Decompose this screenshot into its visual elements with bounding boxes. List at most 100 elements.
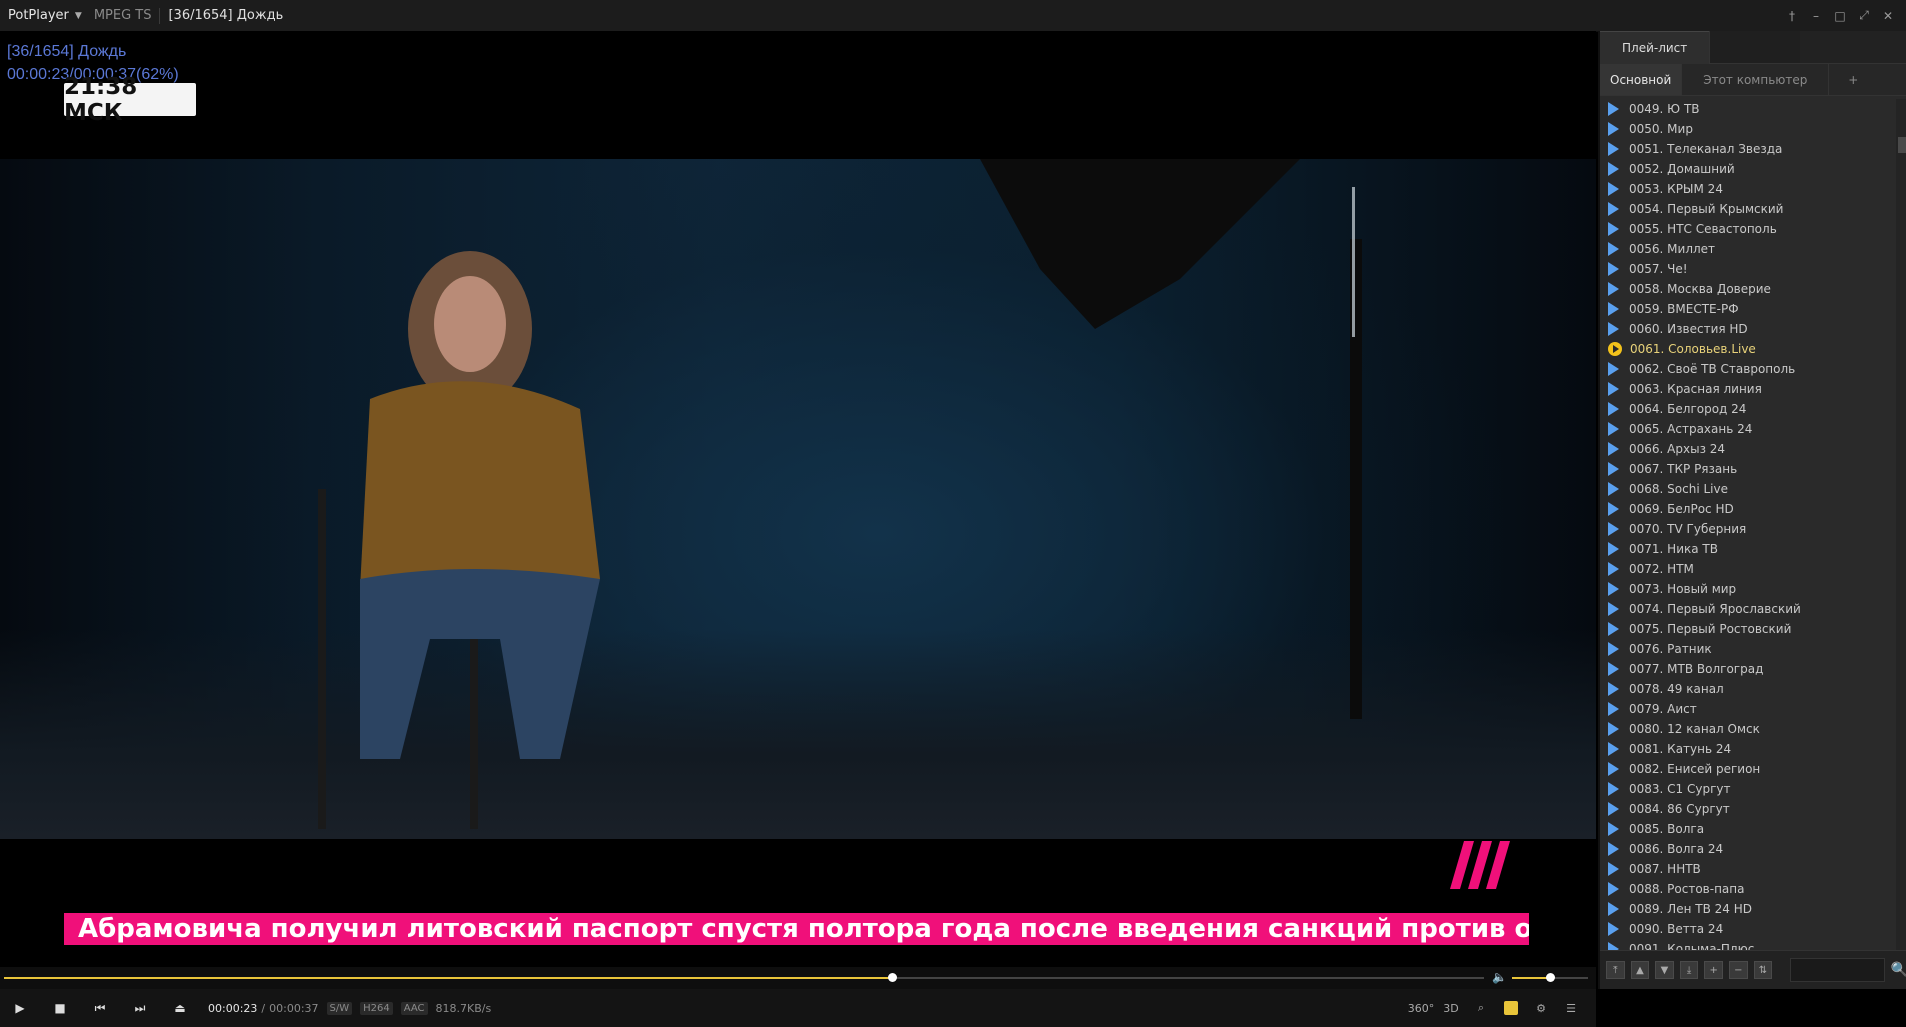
playlist-list[interactable]: 0049. Ю ТВ 0050. Мир 0051. Телеканал Звезд… [1600, 99, 1892, 985]
playlist-item[interactable]: 0056. Миллет [1600, 239, 1892, 259]
sort-icon[interactable]: ⇅ [1753, 961, 1773, 979]
playlist-item[interactable]: 0072. НТМ [1600, 559, 1892, 579]
playlist-scroll-thumb[interactable] [1898, 137, 1906, 153]
fullscreen-icon[interactable]: ⤢ [1852, 0, 1876, 31]
play-triangle-icon [1608, 422, 1619, 436]
playlist-item[interactable]: 0064. Белгород 24 [1600, 399, 1892, 419]
tab-playlist[interactable]: Плей-лист [1600, 31, 1710, 64]
playlist-item[interactable]: 0058. Москва Доверие [1600, 279, 1892, 299]
playlist-item[interactable]: 0057. Че! [1600, 259, 1892, 279]
eject-icon[interactable]: ⏏ [160, 989, 200, 1027]
playlist-item[interactable]: 0068. Sochi Live [1600, 479, 1892, 499]
playlist-item[interactable]: 0077. МТВ Волгоград [1600, 659, 1892, 679]
playlist-item[interactable]: 0076. Ратник [1600, 639, 1892, 659]
playlist-item[interactable]: 0081. Катунь 24 [1600, 739, 1892, 759]
play-triangle-icon [1608, 162, 1619, 176]
audio-codec-tag[interactable]: AAC [400, 1001, 428, 1015]
video-codec-tag[interactable]: H264 [360, 1001, 393, 1015]
playlist-item-label: 0052. Домашний [1629, 162, 1735, 176]
playlist-item-label: 0080. 12 канал Омск [1629, 722, 1760, 736]
playlist-item[interactable]: 0073. Новый мир [1600, 579, 1892, 599]
move-top-icon[interactable]: ⤒ [1606, 961, 1625, 979]
bitrate: 818.7KB/s [435, 1001, 492, 1015]
playlist-item[interactable]: 0085. Волга [1600, 819, 1892, 839]
playlist-item[interactable]: 0067. ТКР Рязань [1600, 459, 1892, 479]
minimize-icon[interactable]: – [1804, 0, 1828, 31]
video-area[interactable]: [36/1654] Дождь 00:00:23/00:00:37(62%) 2… [0, 31, 1596, 967]
subtitle-icon [1504, 1001, 1518, 1015]
playlist-item[interactable]: 0082. Енисей регион [1600, 759, 1892, 779]
playlist-item[interactable]: 0074. Первый Ярославский [1600, 599, 1892, 619]
settings-gear-icon[interactable]: ⚙ [1526, 989, 1556, 1027]
playlist-item[interactable]: 0071. Ника ТВ [1600, 539, 1892, 559]
playlist-search-input[interactable] [1790, 958, 1885, 982]
playlist-item[interactable]: 0055. НТС Севастополь [1600, 219, 1892, 239]
add-icon[interactable]: + [1704, 961, 1724, 979]
subtab-computer[interactable]: Этот компьютер [1681, 64, 1828, 95]
playlist-item-label: 0065. Астрахань 24 [1629, 422, 1753, 436]
app-menu-button[interactable]: PotPlayer ▼ [0, 0, 90, 31]
add-playlist-button[interactable]: + [1828, 64, 1877, 95]
playlist-item[interactable]: 0060. Известия HD [1600, 319, 1892, 339]
subtitle-button[interactable] [1496, 989, 1526, 1027]
playlist-scrollbar[interactable] [1896, 99, 1906, 985]
remove-icon[interactable]: − [1729, 961, 1748, 979]
playlist-item[interactable]: 0062. Своё ТВ Ставрополь [1600, 359, 1892, 379]
zoom-icon[interactable]: ⌕ [1466, 989, 1496, 1027]
playlist-item[interactable]: 0051. Телеканал Звезда [1600, 139, 1892, 159]
maximize-icon[interactable]: □ [1828, 0, 1852, 31]
title-bar: PotPlayer ▼ MPEG TS [36/1654] Дождь † – … [0, 0, 1906, 32]
tab-empty[interactable] [1709, 31, 1801, 63]
move-up-icon[interactable]: ▲ [1630, 961, 1650, 979]
search-icon[interactable]: 🔍 [1891, 962, 1906, 978]
playlist-item[interactable]: 0061. Соловьев.Live [1600, 339, 1892, 359]
playlist-item[interactable]: 0078. 49 канал [1600, 679, 1892, 699]
playlist-item[interactable]: 0080. 12 канал Омск [1600, 719, 1892, 739]
playlist-item[interactable]: 0053. КРЫМ 24 [1600, 179, 1892, 199]
volume-knob[interactable] [1546, 973, 1555, 982]
playlist-item[interactable]: 0089. Лен ТВ 24 HD [1600, 899, 1892, 919]
move-down-icon[interactable]: ▼ [1655, 961, 1674, 979]
playlist-item[interactable]: 0065. Астрахань 24 [1600, 419, 1892, 439]
playlist-item[interactable]: 0083. С1 Сургут [1600, 779, 1892, 799]
playlist-item[interactable]: 0070. TV Губерния [1600, 519, 1892, 539]
playlist-item-label: 0062. Своё ТВ Ставрополь [1629, 362, 1796, 376]
playlist-item[interactable]: 0079. Аист [1600, 699, 1892, 719]
playlist-item[interactable]: 0059. ВМЕСТЕ-РФ [1600, 299, 1892, 319]
play-triangle-icon [1608, 222, 1619, 236]
playlist-item-label: 0054. Первый Крымский [1629, 202, 1784, 216]
playlist-item[interactable]: 0090. Ветта 24 [1600, 919, 1892, 939]
move-bottom-icon[interactable]: ⤓ [1679, 961, 1699, 979]
playlist-item-label: 0082. Енисей регион [1629, 762, 1761, 776]
playlist-item[interactable]: 0087. ННТВ [1600, 859, 1892, 879]
playlist-item-label: 0061. Соловьев.Live [1630, 342, 1756, 356]
seek-bar[interactable]: 🔈 [0, 967, 1596, 989]
playlist-item[interactable]: 0069. БелРос HD [1600, 499, 1892, 519]
pin-icon[interactable]: † [1780, 0, 1804, 31]
playlist-item[interactable]: 0088. Ростов-папа [1600, 879, 1892, 899]
playlist-item[interactable]: 0086. Волга 24 [1600, 839, 1892, 859]
playlist-tabs: Плей-лист [1600, 31, 1906, 64]
seek-knob[interactable] [888, 973, 897, 982]
next-icon[interactable]: ⏭ [120, 989, 160, 1027]
volume-slider[interactable] [1512, 973, 1588, 982]
subtab-main[interactable]: Основной [1600, 64, 1682, 95]
stop-icon[interactable]: ■ [40, 989, 80, 1027]
playlist-item[interactable]: 0050. Мир [1600, 119, 1892, 139]
playlist-item[interactable]: 0054. Первый Крымский [1600, 199, 1892, 219]
playlist-item[interactable]: 0052. Домашний [1600, 159, 1892, 179]
play-icon[interactable]: ▶ [0, 989, 40, 1027]
volume-icon[interactable]: 🔈 [1492, 970, 1507, 984]
playlist-item[interactable]: 0049. Ю ТВ [1600, 99, 1892, 119]
seek-track[interactable] [4, 973, 1484, 982]
close-icon[interactable]: ✕ [1876, 0, 1900, 31]
previous-icon[interactable]: ⏮ [80, 989, 120, 1027]
decoder-tag[interactable]: S/W [326, 1001, 353, 1015]
vr-360-button[interactable]: 360° [1406, 989, 1436, 1027]
three-d-button[interactable]: 3D [1436, 989, 1466, 1027]
playlist-item[interactable]: 0063. Красная линия [1600, 379, 1892, 399]
menu-icon[interactable]: ☰ [1556, 989, 1586, 1027]
playlist-item[interactable]: 0084. 86 Сургут [1600, 799, 1892, 819]
playlist-item[interactable]: 0075. Первый Ростовский [1600, 619, 1892, 639]
playlist-item[interactable]: 0066. Архыз 24 [1600, 439, 1892, 459]
